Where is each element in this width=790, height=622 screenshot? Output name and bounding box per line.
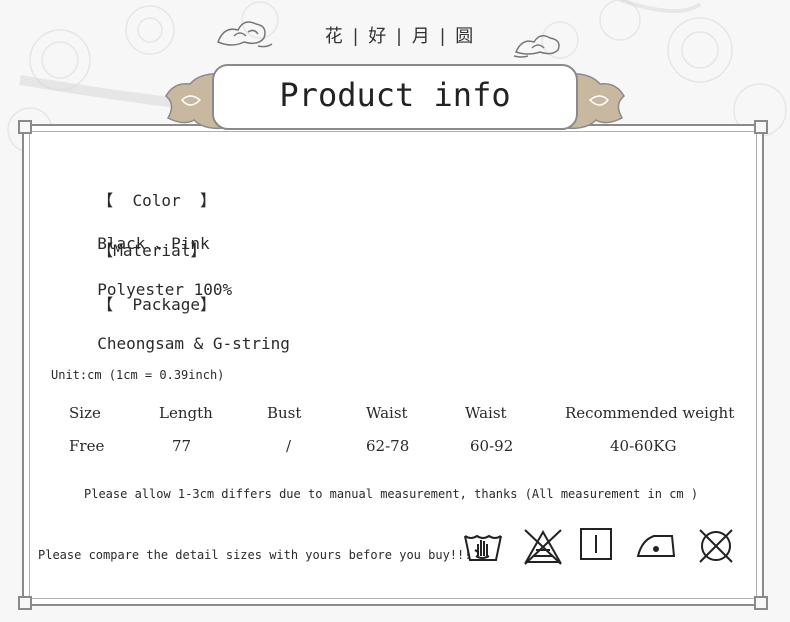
cloud-ornament-icon [513, 35, 560, 58]
column-header: Recommended weight [565, 404, 735, 422]
banner-plate: Product info [212, 64, 578, 130]
detail-row-package: 【 Package】 Cheongsam & G-string [78, 272, 290, 353]
column-header: Bust [267, 404, 302, 422]
title-banner: Product info [160, 62, 630, 134]
chinese-title: 花 | 好 | 月 | 圆 [324, 26, 476, 47]
table-cell: 77 [172, 437, 192, 455]
table-cell: 62-78 [366, 437, 410, 455]
size-table: Size Length Bust Waist Waist Recommended… [50, 400, 750, 470]
measurement-note: Please allow 1-3cm differs due to manual… [84, 487, 699, 501]
column-header: Waist [465, 404, 507, 422]
low-iron-icon [636, 535, 676, 557]
cloud-ornament-icon [217, 21, 273, 48]
do-not-bleach-icon [524, 529, 562, 565]
unit-note: Unit:cm (1cm = 0.39inch) [51, 368, 225, 382]
banner-title: Product info [279, 76, 511, 114]
frame-corner [18, 120, 32, 134]
table-cell: 60-92 [470, 437, 514, 455]
column-header: Size [69, 404, 101, 422]
line-dry-icon [580, 528, 612, 560]
hand-wash-icon [464, 534, 502, 561]
detail-label: 【Material】 [97, 241, 207, 260]
frame-corner [18, 596, 32, 610]
do-not-dry-clean-icon [699, 529, 733, 563]
frame-corner [754, 596, 768, 610]
detail-label: 【 Package】 [97, 295, 216, 314]
column-header: Waist [366, 404, 408, 422]
table-cell: / [286, 437, 292, 455]
compare-note: Please compare the detail sizes with you… [38, 548, 472, 562]
column-header: Length [159, 404, 213, 422]
detail-value: Cheongsam & G-string [97, 334, 290, 353]
frame-corner [754, 120, 768, 134]
table-cell: Free [69, 437, 105, 455]
detail-label: 【 Color 】 [97, 191, 216, 210]
table-cell: 40-60KG [610, 437, 677, 455]
